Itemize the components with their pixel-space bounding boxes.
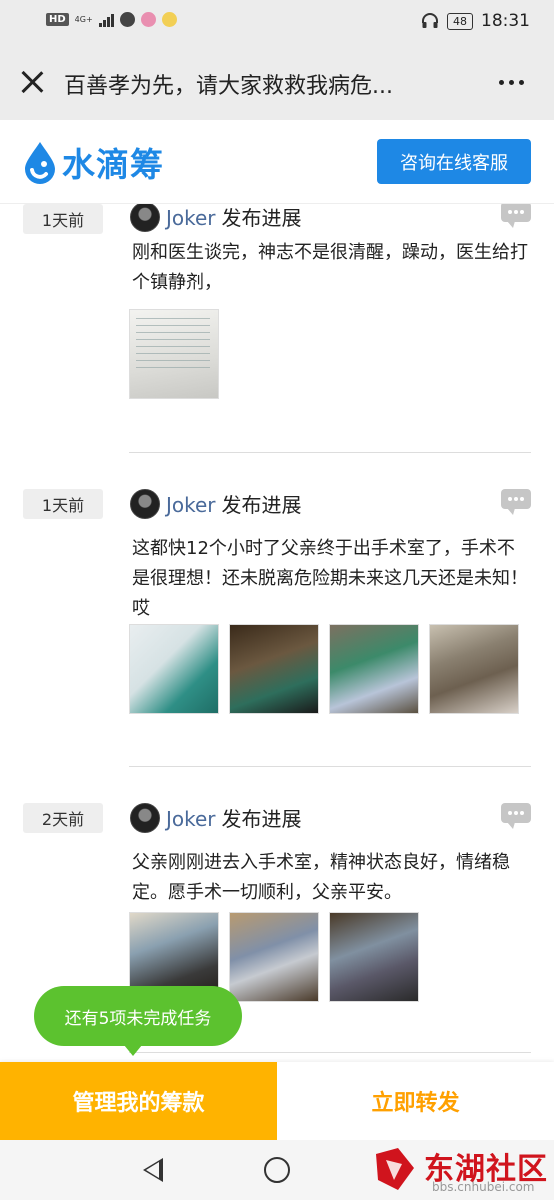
brand-name: 水滴筹 — [62, 145, 164, 184]
day-tag: 1天前 — [23, 204, 103, 234]
headphones-icon — [422, 13, 438, 28]
app-notification-icon — [119, 12, 135, 27]
status-bar: HD 4G+ 48 18:31 — [0, 0, 554, 44]
pending-tasks-bubble[interactable]: 还有5项未完成任务 — [34, 986, 242, 1056]
author-action: 发布进展 — [221, 807, 302, 831]
app-notification-icon — [161, 12, 177, 27]
back-icon[interactable] — [143, 1158, 163, 1182]
post-text: 这都快12个小时了父亲终于出手术室了，手术不是很理想！还未脱离危险期未来这几天还… — [132, 538, 528, 619]
avatar[interactable] — [130, 204, 160, 232]
hospital-bed-photo[interactable] — [229, 624, 319, 714]
brand-header: 水滴筹 咨询在线客服 — [0, 120, 554, 204]
photo-row — [129, 309, 219, 399]
author-action: 发布进展 — [221, 493, 302, 517]
bottom-action-bar: 管理我的筹款 立即转发 — [0, 1062, 554, 1140]
more-options-icon[interactable] — [499, 80, 524, 85]
home-icon[interactable] — [264, 1157, 290, 1183]
photo-row — [129, 624, 519, 714]
author-name[interactable]: Joker — [166, 493, 216, 517]
signal-icon — [98, 13, 114, 27]
status-icons-right: 48 18:31 — [421, 11, 530, 31]
author-line: Joker 发布进展 — [166, 204, 302, 231]
author-line: Joker 发布进展 — [166, 803, 302, 832]
patient-bed-photo[interactable] — [229, 912, 319, 1002]
clock: 18:31 — [481, 11, 530, 31]
brand-logo: 水滴筹 — [22, 138, 164, 186]
operating-room-photo[interactable] — [129, 624, 219, 714]
hd-indicator: HD — [46, 13, 69, 26]
battery-icon: 48 — [447, 12, 473, 30]
divider — [129, 452, 531, 453]
avatar[interactable] — [130, 489, 160, 519]
day-tag: 1天前 — [23, 489, 103, 519]
ward-doctor-photo[interactable] — [429, 624, 519, 714]
comment-icon[interactable] — [501, 204, 531, 228]
app-notification-icon — [140, 12, 156, 27]
consult-online-service-button[interactable]: 咨询在线客服 — [377, 139, 531, 184]
watermark-url: bbs.cnhubei.com — [432, 1180, 535, 1194]
surgery-entrance-photo[interactable] — [329, 912, 419, 1002]
author-action: 发布进展 — [221, 206, 302, 230]
post-text: 父亲刚刚进去入手术室，精神状态良好，情绪稳定。愿手术一切顺利，父亲平安。 — [132, 852, 510, 903]
author-name[interactable]: Joker — [166, 206, 216, 230]
day-tag: 2天前 — [23, 803, 103, 833]
divider — [129, 766, 531, 767]
page-title: 百善孝为先，请大家救救我病危... — [64, 74, 393, 99]
comment-icon[interactable] — [501, 803, 531, 829]
comment-icon[interactable] — [501, 489, 531, 515]
ward-photo[interactable] — [329, 624, 419, 714]
avatar[interactable] — [130, 803, 160, 833]
progress-entry: 1天前 Joker 发布进展 刚和医生谈完，神志不是很清醒，躁动，医生给打个镇静剂… — [0, 204, 554, 456]
forum-logo-icon — [376, 1148, 414, 1190]
post-text: 刚和医生谈完，神志不是很清醒，躁动，医生给打个镇静剂， — [132, 242, 528, 293]
network-type: 4G+ — [74, 15, 93, 24]
author-name[interactable]: Joker — [166, 807, 216, 831]
divider — [129, 1052, 531, 1053]
title-bar: 百善孝为先，请大家救救我病危... — [0, 44, 554, 120]
progress-feed[interactable]: 1天前 Joker 发布进展 刚和医生谈完，神志不是很清醒，躁动，医生给打个镇静剂… — [0, 204, 554, 1062]
author-line: Joker 发布进展 — [166, 489, 302, 518]
medical-report-photo[interactable] — [129, 309, 219, 399]
share-now-button[interactable]: 立即转发 — [277, 1062, 554, 1140]
water-drop-icon — [25, 142, 55, 184]
status-icons-left: HD 4G+ — [46, 12, 177, 27]
close-icon[interactable] — [18, 68, 46, 96]
manage-fundraising-button[interactable]: 管理我的筹款 — [0, 1062, 277, 1140]
progress-entry: 1天前 Joker 发布进展 这都快12个小时了父亲终于出手术室了，手术不是很理想… — [0, 482, 554, 772]
watermark: 东湖社区 bbs.cnhubei.com — [372, 1142, 548, 1196]
